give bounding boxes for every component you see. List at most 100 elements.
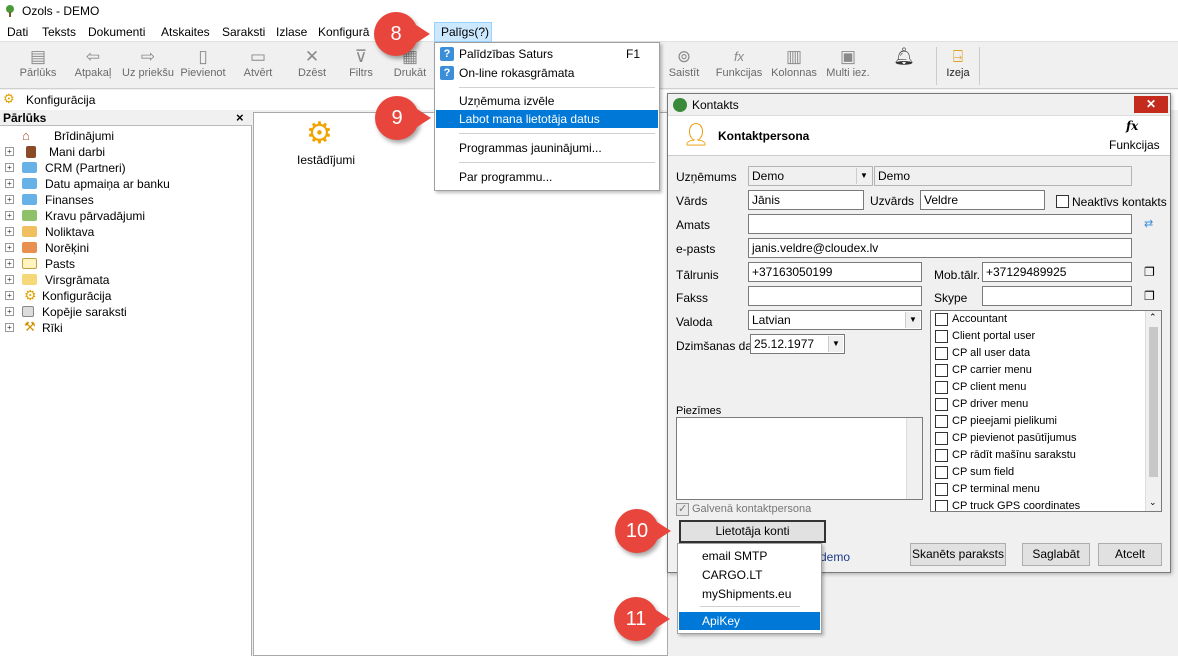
expand-icon[interactable]: + — [5, 147, 14, 156]
expand-icon[interactable]: + — [5, 195, 14, 204]
menu-item-whats-new[interactable]: Programmas jauninājumi... — [436, 139, 658, 157]
functions-label[interactable]: Funkcijas — [1109, 138, 1160, 152]
inactive-checkbox[interactable] — [1056, 195, 1069, 208]
expand-icon[interactable]: + — [5, 291, 14, 300]
close-icon[interactable]: × — [236, 110, 244, 125]
tree-item-mani-darbi[interactable]: + Mani darbi — [0, 144, 240, 160]
menu-item-company-select[interactable]: Uzņēmuma izvēle — [436, 92, 658, 110]
settings-label[interactable]: Iestādījumi — [297, 153, 355, 167]
menu-item-apikey[interactable]: ApiKey — [679, 612, 820, 630]
dialog-close-button[interactable]: ✕ — [1134, 96, 1168, 113]
scanned-signature-button[interactable]: Skanēts paraksts — [910, 543, 1006, 566]
role-item[interactable]: CP truck GPS coordinates — [935, 498, 1155, 511]
language-select[interactable]: Latvian ▼ — [748, 310, 922, 330]
copy-icon[interactable]: ❐ — [1144, 265, 1155, 279]
menu-teksts[interactable]: Teksts — [42, 25, 76, 39]
notes-scrollbar[interactable] — [906, 418, 922, 499]
role-checkbox[interactable] — [935, 313, 948, 326]
link-button[interactable]: ⊚ Saistīt — [664, 47, 704, 79]
translate-icon[interactable]: ⇄ — [1144, 217, 1153, 230]
birthdate-picker[interactable]: 25.12.1977 ▼ — [750, 334, 845, 354]
expand-icon[interactable]: + — [5, 243, 14, 252]
role-item[interactable]: CP driver menu — [935, 396, 1155, 413]
tree-item-noliktava[interactable]: + Noliktava — [0, 224, 240, 240]
expand-icon[interactable]: + — [5, 259, 14, 268]
roles-list[interactable]: Accountant Client portal user CP all use… — [930, 310, 1162, 512]
columns-button[interactable]: ▥ Kolonnas — [768, 47, 820, 79]
menu-dati[interactable]: Dati — [7, 25, 28, 39]
menu-izlase[interactable]: Izlase — [276, 25, 307, 39]
role-checkbox[interactable] — [935, 415, 948, 428]
notifications-button[interactable]: 🔔︎ — [886, 47, 922, 67]
role-checkbox[interactable] — [935, 364, 948, 377]
scrollbar-thumb[interactable] — [1149, 327, 1158, 477]
role-checkbox[interactable] — [935, 432, 948, 445]
main-contact-checkbox[interactable]: ✓ — [676, 503, 689, 516]
role-item[interactable]: CP pievienot pasūtījumus — [935, 430, 1155, 447]
role-item[interactable]: Accountant — [935, 311, 1155, 328]
filter-button[interactable]: ⊽ Filtrs — [342, 47, 380, 79]
expand-icon[interactable]: + — [5, 211, 14, 220]
phone-field[interactable]: +37163050199 — [748, 262, 922, 282]
role-checkbox[interactable] — [935, 398, 948, 411]
company-select[interactable]: Demo ▼ — [748, 166, 873, 186]
menu-saraksti[interactable]: Saraksti — [222, 25, 265, 39]
settings-gear-icon[interactable]: ⚙ — [306, 119, 333, 149]
expand-icon[interactable]: + — [5, 227, 14, 236]
tree-item-pasts[interactable]: + Pasts — [0, 256, 240, 272]
menu-item-help-contents[interactable]: ? Palīdzības Saturs F1 — [436, 45, 658, 63]
role-item[interactable]: CP carrier menu — [935, 362, 1155, 379]
expand-icon[interactable]: + — [5, 275, 14, 284]
tree-item-finanses[interactable]: + Finanses — [0, 192, 240, 208]
expand-icon[interactable]: + — [5, 307, 14, 316]
copy-icon[interactable]: ❐ — [1144, 289, 1155, 303]
position-field[interactable] — [748, 214, 1132, 234]
menu-item-about[interactable]: Par programmu... — [436, 168, 658, 186]
functions-button[interactable]: fx Funkcijas — [713, 47, 765, 79]
add-button[interactable]: ▯ Pievienot — [178, 47, 228, 79]
roles-scrollbar[interactable]: ⌃ ⌄ — [1145, 311, 1161, 511]
chevron-up-icon[interactable]: ⌃ — [1149, 312, 1157, 323]
tree-item-konfiguracija[interactable]: + ⚙ Konfigurācija — [0, 287, 240, 304]
mobile-field[interactable]: +37129489925 — [982, 262, 1132, 282]
browser-button[interactable]: ▤ Pārlūks — [18, 47, 58, 79]
menu-paligs[interactable]: Palīgs(?) — [434, 22, 492, 42]
tree-item-datu-apmaina[interactable]: + Datu apmaiņa ar banku — [0, 176, 240, 192]
role-checkbox[interactable] — [935, 483, 948, 496]
delete-button[interactable]: ✕ Dzēst — [292, 47, 332, 79]
fx-icon[interactable]: fx — [1126, 119, 1138, 133]
save-button[interactable]: Saglabāt — [1022, 543, 1090, 566]
forward-button[interactable]: ⇨ Uz priekšu — [120, 47, 176, 79]
menu-item-online-manual[interactable]: ? On-line rokasgrāmata — [436, 64, 658, 82]
cancel-button[interactable]: Atcelt — [1098, 543, 1162, 566]
role-item[interactable]: Client portal user — [935, 328, 1155, 345]
menu-dokumenti[interactable]: Dokumenti — [88, 25, 145, 39]
menu-atskaites[interactable]: Atskaites — [161, 25, 210, 39]
tree-item-virsgramata[interactable]: + Virsgrāmata — [0, 272, 240, 288]
tree-item-riki[interactable]: + ⚒ Rīki — [0, 319, 240, 336]
menu-item-edit-my-user[interactable]: Labot mana lietotāja datus — [436, 110, 658, 128]
menu-item-cargo-lt[interactable]: CARGO.LT — [679, 566, 820, 584]
role-item[interactable]: CP all user data — [935, 345, 1155, 362]
fax-field[interactable] — [748, 286, 922, 306]
role-checkbox[interactable] — [935, 330, 948, 343]
tree-item-crm[interactable]: + CRM (Partneri) — [0, 160, 240, 176]
exit-button[interactable]: ⍈ Izeja — [936, 47, 980, 85]
tree-item-bridinajumi[interactable]: ⌂ Brīdinājumi — [0, 128, 240, 144]
role-checkbox[interactable] — [935, 347, 948, 360]
menu-item-myshipments[interactable]: myShipments.eu — [679, 585, 820, 603]
role-item[interactable]: CP client menu — [935, 379, 1155, 396]
role-checkbox[interactable] — [935, 381, 948, 394]
menu-item-email-smtp[interactable]: email SMTP — [679, 547, 820, 565]
role-checkbox[interactable] — [935, 500, 948, 511]
tree-item-kopejie-saraksti[interactable]: + Kopējie saraksti — [0, 304, 240, 320]
role-item[interactable]: CP sum field — [935, 464, 1155, 481]
expand-icon[interactable]: + — [5, 163, 14, 172]
last-name-field[interactable]: Veldre — [920, 190, 1045, 210]
role-item[interactable]: CP pieejami pielikumi — [935, 413, 1155, 430]
role-checkbox[interactable] — [935, 466, 948, 479]
skype-field[interactable] — [982, 286, 1132, 306]
notes-textarea[interactable] — [676, 417, 923, 500]
expand-icon[interactable]: + — [5, 179, 14, 188]
open-button[interactable]: ▭ Atvērt — [238, 47, 278, 79]
